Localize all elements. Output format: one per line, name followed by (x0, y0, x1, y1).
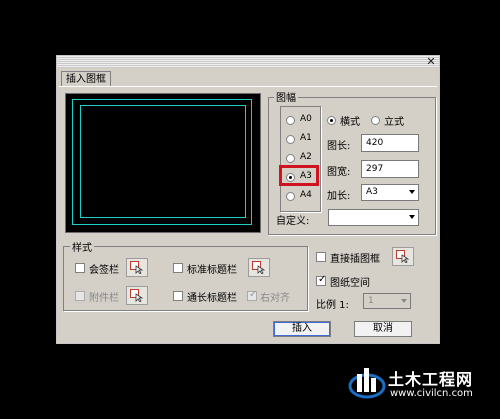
radio-a4-label: A4 (300, 190, 312, 200)
direct-insert-label: 直接插图框 (330, 254, 380, 265)
standard-title-pick-button[interactable] (248, 258, 270, 277)
radio-landscape[interactable] (327, 116, 336, 125)
style-group-label: 样式 (70, 239, 94, 254)
radio-a1-label: A1 (300, 133, 312, 143)
length-input[interactable]: 420 (361, 134, 419, 152)
paper-space-checkbox[interactable]: ✓ (316, 274, 327, 286)
a3-highlight-box (279, 165, 319, 186)
pick-cursor-icon (130, 261, 144, 274)
radio-portrait[interactable] (371, 116, 380, 125)
attachment-checkbox[interactable] (75, 291, 85, 301)
tab-insert-frame[interactable]: 插入图框 (61, 71, 111, 87)
scale-select[interactable]: 1 (363, 293, 411, 309)
width-input[interactable]: 297 (361, 160, 419, 178)
radio-landscape-label: 横式 (340, 117, 360, 128)
right-align-label: 右对齐 (260, 293, 290, 304)
insert-button[interactable]: 插入 (273, 321, 331, 337)
pick-cursor-icon (252, 261, 266, 274)
insert-frame-dialog: ✕ 插入图框 图幅 A0 A1 A2 A3 A4 横式 立式 图长: 420 图… (56, 55, 440, 344)
right-align-checkbox[interactable]: ✓ (247, 289, 258, 301)
pick-cursor-icon (396, 250, 410, 263)
paper-size-group-label: 图幅 (274, 89, 298, 104)
radio-a0-label: A0 (300, 114, 312, 124)
direct-insert-checkbox[interactable] (316, 252, 326, 262)
check-icon: ✓ (318, 274, 327, 285)
cancel-button[interactable]: 取消 (354, 321, 412, 337)
check-icon: ✓ (249, 289, 258, 300)
chevron-down-icon (409, 215, 415, 219)
scale-label: 比例 1: (316, 300, 349, 311)
radio-a2-label: A2 (300, 152, 312, 162)
radio-a0[interactable] (286, 116, 295, 125)
radio-a4[interactable] (286, 192, 295, 201)
long-title-label: 通长标题栏 (187, 293, 237, 304)
custom-label: 自定义: (276, 216, 310, 227)
custom-select[interactable] (328, 209, 419, 226)
width-label: 图宽: (327, 167, 351, 178)
attachment-pick-button[interactable] (126, 286, 148, 305)
sign-block-pick-button[interactable] (126, 258, 148, 277)
paper-space-label: 图纸空间 (330, 278, 370, 289)
long-title-checkbox[interactable] (173, 291, 183, 301)
preview-inner-border (80, 105, 246, 218)
extend-select[interactable]: A3 (361, 184, 419, 201)
standard-title-checkbox[interactable] (173, 263, 183, 273)
close-icon[interactable]: ✕ (426, 56, 436, 67)
standard-title-label: 标准标题栏 (187, 265, 237, 276)
civilcn-logo-icon (348, 368, 386, 399)
chevron-down-icon (409, 190, 415, 194)
radio-a1[interactable] (286, 135, 295, 144)
radio-a2[interactable] (286, 154, 295, 163)
watermark-text: 土木工程网 (388, 370, 474, 389)
tab-divider (59, 86, 437, 87)
radio-portrait-label: 立式 (384, 117, 404, 128)
chevron-down-icon (401, 299, 407, 303)
attachment-label: 附件栏 (89, 293, 119, 304)
sign-block-checkbox[interactable] (75, 263, 85, 273)
extend-select-value: A3 (366, 187, 378, 197)
sign-block-label: 会签栏 (89, 265, 119, 276)
dialog-titlebar[interactable]: ✕ (57, 56, 439, 68)
frame-preview (65, 93, 261, 233)
pick-cursor-icon (130, 289, 144, 302)
direct-insert-pick-button[interactable] (392, 247, 414, 266)
scale-select-value: 1 (368, 296, 374, 306)
length-label: 图长: (327, 141, 351, 152)
extend-label: 加长: (327, 191, 351, 202)
watermark-url: www.civilcn.com (390, 388, 473, 399)
